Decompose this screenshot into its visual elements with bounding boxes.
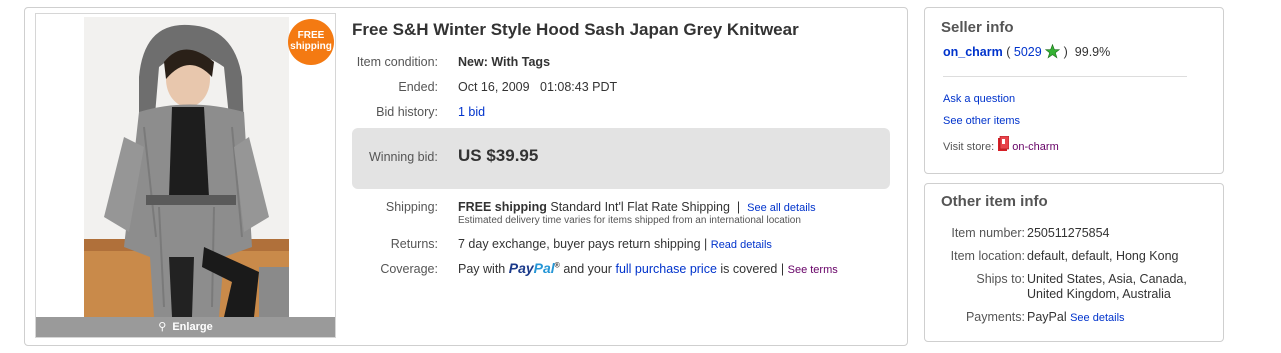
- green-star-icon: [1044, 43, 1061, 59]
- payments-label: Payments:: [965, 310, 1025, 324]
- paypal-logo: PayPal®: [509, 260, 560, 276]
- store-door-icon: [997, 135, 1010, 153]
- coverage-label: Coverage:: [380, 262, 438, 276]
- enlarge-label: Enlarge: [172, 321, 213, 333]
- winning-bid-label: Winning bid:: [369, 150, 438, 164]
- paypal-trademark: ®: [554, 262, 560, 270]
- payments-value: PayPal See details: [1027, 310, 1125, 324]
- seller-summary: on_charm ( 5029 ) 99.9%: [943, 43, 1111, 59]
- store-name-link[interactable]: on-charm: [1012, 141, 1058, 153]
- returns-text: 7 day exchange, buyer pays return shippi…: [458, 237, 701, 251]
- free-shipping-badge-line2: shipping: [290, 41, 332, 52]
- shipping-note: Estimated delivery time varies for items…: [458, 215, 801, 226]
- other-item-info-panel: Other item info Item number: 25051127585…: [924, 183, 1224, 342]
- visit-store: Visit store: on-charm: [943, 135, 1059, 153]
- read-details-link[interactable]: Read details: [711, 239, 772, 251]
- seller-info-panel: Seller info on_charm ( 5029 ) 99.9% Ask …: [924, 7, 1224, 174]
- divider: [943, 76, 1187, 77]
- see-all-details-link[interactable]: See all details: [747, 202, 816, 214]
- item-photo[interactable]: [84, 17, 289, 317]
- paypal-logo-pal: Pal: [533, 260, 555, 276]
- coverage-middle: and your: [563, 262, 612, 276]
- separator: |: [736, 200, 741, 214]
- returns-value: 7 day exchange, buyer pays return shippi…: [458, 237, 772, 251]
- winning-bid-box: Winning bid: US $39.95: [352, 128, 890, 189]
- item-location-value: default, default, Hong Kong: [1027, 249, 1179, 263]
- item-number-label: Item number:: [951, 226, 1025, 240]
- shipping-value: FREE shipping Standard Int'l Flat Rate S…: [458, 200, 816, 214]
- coverage-value: Pay with PayPal® and your full purchase …: [458, 260, 838, 276]
- see-other-items-link[interactable]: See other items: [943, 115, 1020, 127]
- separator: |: [704, 237, 708, 251]
- separator: |: [780, 262, 785, 276]
- coverage-suffix: is covered: [720, 262, 778, 276]
- free-shipping-badge-line1: FREE: [297, 30, 325, 41]
- other-item-info-heading: Other item info: [941, 193, 1048, 210]
- seller-username-link[interactable]: on_charm: [943, 45, 1003, 59]
- bid-history-link[interactable]: 1 bid: [458, 105, 485, 119]
- winning-bid-value: US $39.95: [458, 146, 539, 165]
- payments-see-details-link[interactable]: See details: [1070, 312, 1124, 324]
- ended-value: Oct 16, 2009 01:08:43 PDT: [458, 80, 618, 94]
- knitwear-photo-illustration: [84, 17, 289, 317]
- ships-to-value: United States, Asia, Canada, United King…: [1027, 272, 1187, 301]
- paren-open: (: [1006, 45, 1011, 59]
- condition-value: New: With Tags: [458, 55, 551, 69]
- coverage-prefix: Pay with: [458, 262, 506, 276]
- ships-to-label: Ships to:: [976, 272, 1025, 286]
- feedback-score-link[interactable]: 5029: [1014, 45, 1042, 59]
- enlarge-button[interactable]: ⚲ Enlarge: [36, 317, 335, 337]
- payments-method: PayPal: [1027, 310, 1067, 324]
- condition-label: Item condition:: [356, 55, 438, 69]
- full-purchase-price-link[interactable]: full purchase price: [615, 262, 716, 276]
- ended-label: Ended:: [398, 80, 438, 94]
- seller-info-heading: Seller info: [941, 19, 1014, 36]
- item-title: Free S&H Winter Style Hood Sash Japan Gr…: [352, 20, 799, 39]
- see-terms-link[interactable]: See terms: [788, 264, 838, 276]
- shipping-label: Shipping:: [385, 200, 438, 214]
- item-photo-frame: ⚲ Enlarge FREE shipping: [35, 13, 336, 338]
- magnifier-icon: ⚲: [158, 321, 167, 333]
- free-shipping-text: FREE shipping: [458, 200, 547, 214]
- bid-history-label: Bid history:: [376, 105, 438, 119]
- item-number-value: 250511275854: [1027, 226, 1110, 240]
- paypal-logo-pay: Pay: [508, 260, 534, 276]
- paren-close: ): [1063, 45, 1068, 59]
- returns-label: Returns:: [390, 237, 438, 251]
- shipping-method: Standard Int'l Flat Rate Shipping: [550, 200, 730, 214]
- item-location-label: Item location:: [950, 249, 1025, 263]
- item-summary-panel: ⚲ Enlarge FREE shipping Free S&H Winter S…: [24, 7, 908, 346]
- ask-question-link[interactable]: Ask a question: [943, 93, 1015, 105]
- positive-feedback-percent: 99.9%: [1074, 45, 1111, 59]
- visit-store-label: Visit store:: [943, 141, 995, 153]
